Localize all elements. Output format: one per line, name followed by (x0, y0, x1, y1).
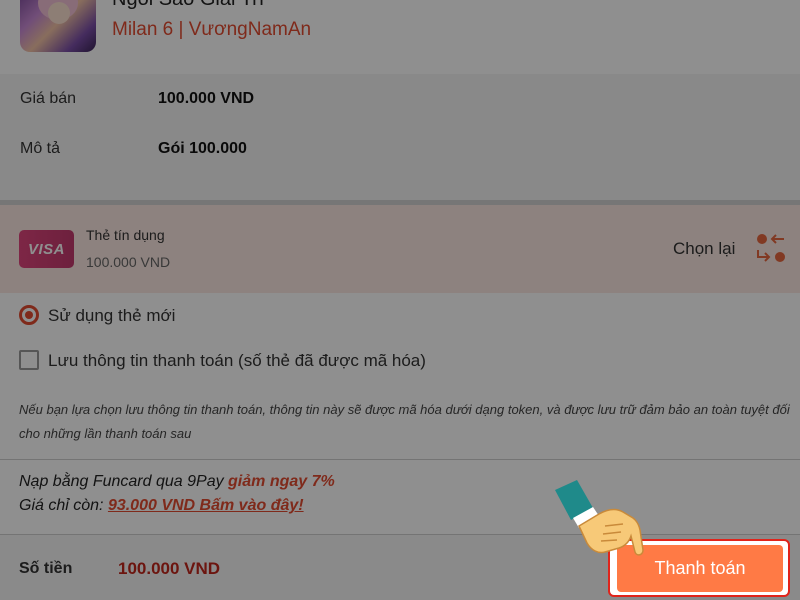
game-header: Ngôi Sao Giải Trí Milan 6 | VươngNamAn (0, 0, 800, 74)
new-card-option[interactable]: Sử dụng thẻ mới (19, 304, 176, 327)
change-method-link[interactable]: Chọn lại (673, 239, 735, 259)
new-card-label: Sử dụng thẻ mới (48, 306, 176, 325)
save-info-checkbox[interactable] (19, 349, 39, 370)
promo-price-label: Giá chỉ còn: (19, 497, 108, 514)
payment-method-amount: 100.000 VND (86, 254, 171, 270)
game-thumbnail (20, 0, 96, 52)
promo-link[interactable]: 93.000 VND Bấm vào đây! (108, 497, 304, 514)
description-value: Gói 100.000 (158, 140, 247, 157)
save-info-label: Lưu thông tin thanh toán (số thẻ đã được… (48, 351, 426, 370)
description-label: Mô tả (20, 140, 61, 157)
promo-line-2: Giá chỉ còn: 93.000 VND Bấm vào đây! (19, 497, 304, 515)
payment-method[interactable]: VISA Thẻ tín dụng 100.000 VND Chọn lại (0, 205, 800, 293)
game-server: Milan 6 | VươngNamAn (112, 19, 312, 40)
payment-method-name: Thẻ tín dụng (86, 227, 165, 243)
security-note: Nếu bạn lựa chọn lưu thông tin thanh toá… (19, 402, 790, 441)
game-name: Ngôi Sao Giải Trí (112, 0, 264, 11)
payment-card: Ngôi Sao Giải Trí Milan 6 | VươngNamAn G… (0, 0, 800, 600)
promo-text: Nạp bằng Funcard qua 9Pay (19, 473, 229, 490)
promo-line-1: Nạp bằng Funcard qua 9Pay giảm ngay 7% (19, 473, 335, 491)
total-label: Số tiền (19, 560, 73, 577)
new-card-radio[interactable] (19, 304, 39, 325)
total-value: 100.000 VND (118, 559, 221, 578)
pointing-hand-icon (555, 480, 644, 556)
promo-discount: giảm ngay 7% (228, 473, 335, 490)
price-value: 100.000 VND (158, 90, 255, 107)
divider (0, 459, 800, 460)
save-info-option[interactable]: Lưu thông tin thanh toán (số thẻ đã được… (19, 349, 426, 372)
order-info: Giá bán 100.000 VND Mô tả Gói 100.000 (0, 74, 800, 200)
visa-card-icon: VISA (19, 230, 74, 268)
price-label: Giá bán (20, 90, 77, 107)
swap-icon[interactable] (754, 230, 788, 266)
